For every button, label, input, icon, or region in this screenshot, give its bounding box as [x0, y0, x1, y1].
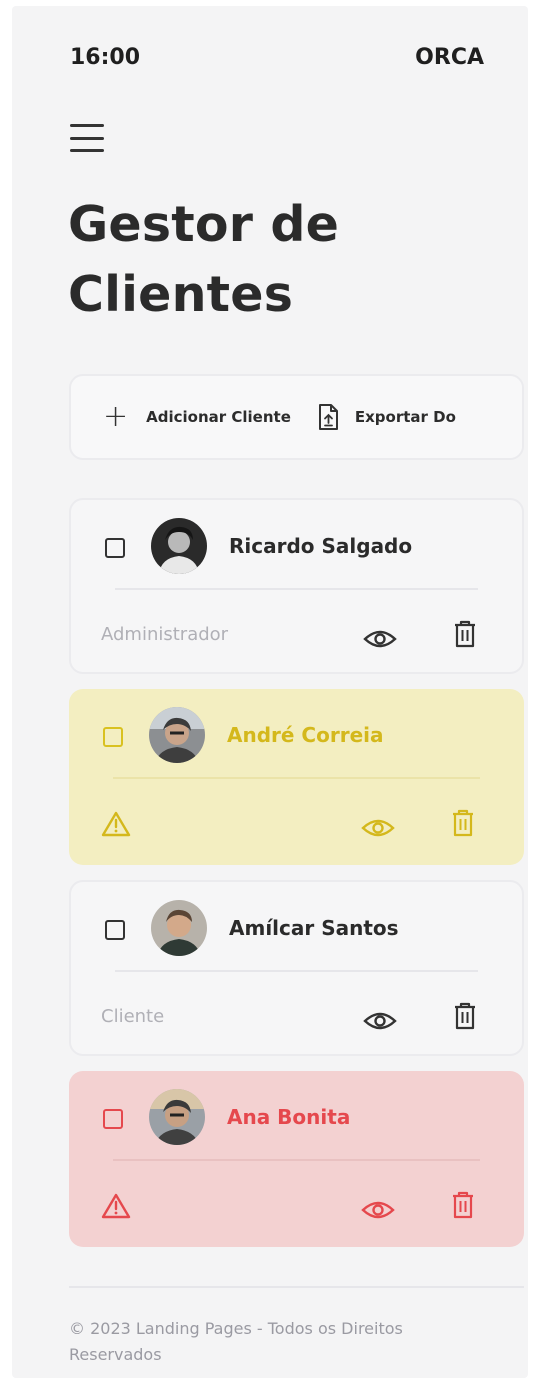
status-time: 16:00 — [70, 44, 141, 70]
client-role: Cliente — [101, 1006, 165, 1027]
file-export-icon — [317, 403, 341, 431]
client-checkbox[interactable] — [105, 538, 125, 558]
warning-icon — [101, 811, 131, 841]
app-screen: 16:00 ORCA Gestor de Clientes + Adiciona… — [12, 6, 528, 1378]
trash-icon[interactable] — [451, 1191, 475, 1223]
card-divider — [113, 1159, 480, 1161]
client-name: Amílcar Santos — [229, 916, 399, 940]
client-checkbox[interactable] — [105, 920, 125, 940]
footer-divider — [69, 1286, 524, 1288]
eye-icon[interactable] — [363, 1010, 397, 1036]
client-name: André Correia — [227, 723, 384, 747]
client-card: André Correia — [69, 689, 524, 865]
eye-icon[interactable] — [361, 1199, 395, 1225]
client-name: Ricardo Salgado — [229, 534, 413, 558]
trash-icon[interactable] — [453, 1002, 477, 1034]
add-client-label: Adicionar Cliente — [146, 408, 291, 426]
client-card: Ana Bonita — [69, 1071, 524, 1247]
client-checkbox[interactable] — [103, 727, 123, 747]
client-checkbox[interactable] — [103, 1109, 123, 1129]
card-divider — [113, 777, 480, 779]
avatar — [151, 518, 207, 574]
status-carrier: ORCA — [415, 44, 484, 70]
avatar — [149, 1089, 205, 1145]
hamburger-menu-icon[interactable] — [70, 124, 104, 152]
trash-icon[interactable] — [453, 620, 477, 652]
avatar — [149, 707, 205, 763]
export-label: Exportar Do — [354, 408, 456, 426]
avatar — [151, 900, 207, 956]
eye-icon[interactable] — [361, 817, 395, 843]
warning-icon — [101, 1193, 131, 1223]
eye-icon[interactable] — [363, 628, 397, 654]
client-card: Ricardo Salgado Administrador — [69, 498, 524, 674]
add-client-button[interactable]: + Adicionar Cliente — [103, 402, 291, 432]
export-button[interactable]: Exportar Do — [317, 403, 456, 431]
client-card: Amílcar Santos Cliente — [69, 880, 524, 1056]
trash-icon[interactable] — [451, 809, 475, 841]
client-role: Administrador — [101, 624, 229, 645]
page-title: Gestor de Clientes — [68, 196, 340, 323]
action-toolbar: + Adicionar Cliente Exportar Do — [69, 374, 524, 460]
plus-icon: + — [103, 399, 129, 434]
card-divider — [115, 970, 478, 972]
status-bar: 16:00 ORCA — [70, 40, 484, 74]
toolbar-fade — [482, 376, 522, 458]
footer-copyright: © 2023 Landing Pages - Todos os Direitos… — [69, 1319, 403, 1364]
card-divider — [115, 588, 478, 590]
client-name: Ana Bonita — [227, 1105, 351, 1129]
